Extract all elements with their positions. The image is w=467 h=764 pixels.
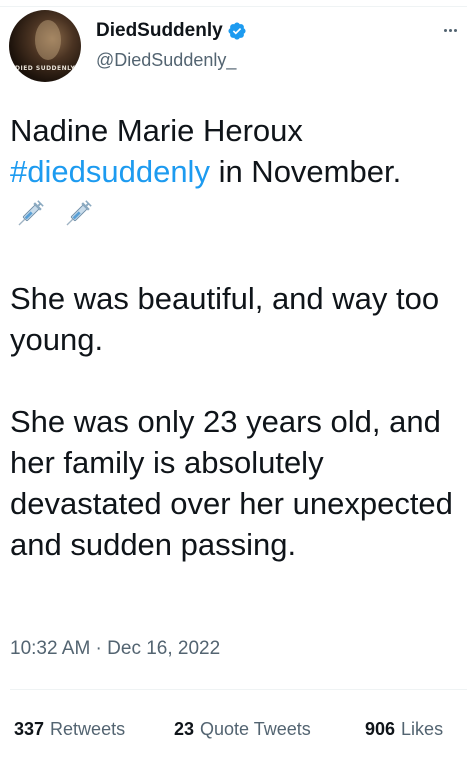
more-options-icon[interactable] (438, 20, 462, 40)
display-name[interactable]: DiedSuddenly (96, 20, 223, 42)
quote-tweets-label: Quote Tweets (200, 719, 311, 739)
tweet-text: Nadine Marie Heroux #diedsuddenly in Nov… (10, 110, 460, 565)
tweet-paragraph-3: She was only 23 years old, and her famil… (10, 404, 453, 562)
verified-badge-icon (227, 21, 247, 41)
syringe-icon (60, 198, 94, 232)
retweets-count: 337 (14, 719, 45, 739)
author-handle[interactable]: @DiedSuddenly_ (96, 50, 236, 71)
tweet-line-suffix: in November. (209, 154, 402, 189)
retweets-stat[interactable]: 337 Retweets (14, 719, 174, 740)
tweet-paragraph-2: She was beautiful, and way too young. (10, 281, 440, 357)
tweet-line-hashtag: #diedsuddenly in November. (10, 151, 460, 192)
avatar[interactable]: DIED SUDDENLY (9, 10, 81, 82)
quote-tweets-stat[interactable]: 23 Quote Tweets (174, 719, 365, 740)
avatar-caption: DIED SUDDENLY (15, 65, 75, 72)
syringe-icon (12, 198, 46, 232)
hashtag-link[interactable]: #diedsuddenly (10, 154, 210, 189)
retweets-label: Retweets (50, 719, 126, 739)
likes-count: 906 (365, 719, 396, 739)
avatar-artwork (35, 20, 61, 60)
top-divider (0, 6, 467, 7)
author-name-row[interactable]: DiedSuddenly (96, 18, 247, 44)
emoji-row (10, 192, 460, 237)
tweet-line-name: Nadine Marie Heroux (10, 113, 303, 148)
quote-tweets-count: 23 (174, 719, 195, 739)
engagement-stats: 337 Retweets 23 Quote Tweets 906 Likes (14, 719, 443, 740)
tweet-timestamp[interactable]: 10:32 AM · Dec 16, 2022 (10, 638, 220, 660)
stats-top-divider (10, 689, 467, 690)
likes-label: Likes (401, 719, 444, 739)
likes-stat[interactable]: 906 Likes (365, 719, 443, 740)
